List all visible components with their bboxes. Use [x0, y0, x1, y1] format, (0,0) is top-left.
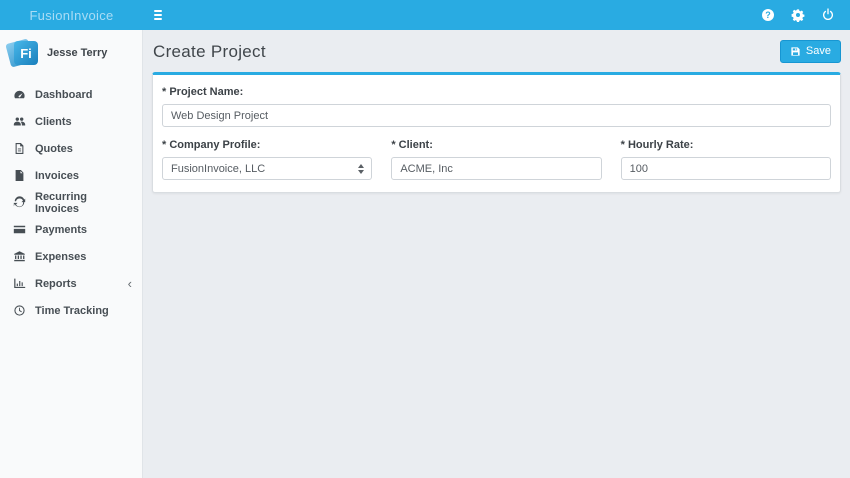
sidebar-item-clients[interactable]: Clients	[0, 108, 142, 135]
project-name-field-group: * Project Name:	[162, 86, 831, 127]
file-solid-icon	[13, 169, 26, 182]
clock-icon	[13, 304, 26, 317]
company-profile-selected-value: FusionInvoice, LLC	[171, 163, 265, 175]
sidebar-item-label: Expenses	[35, 251, 86, 263]
company-profile-select[interactable]: FusionInvoice, LLC	[162, 157, 372, 180]
client-input[interactable]	[391, 157, 601, 180]
gear-icon[interactable]	[791, 8, 805, 22]
main-content: Create Project Save * Project Name: * Co…	[143, 30, 850, 478]
sidebar-item-label: Invoices	[35, 170, 79, 182]
sidebar-item-label: Payments	[35, 224, 87, 236]
sidebar-item-label: Recurring Invoices	[35, 191, 132, 215]
sidebar-item-quotes[interactable]: Quotes	[0, 135, 142, 162]
sidebar-item-time-tracking[interactable]: Time Tracking	[0, 297, 142, 324]
floppy-disk-icon	[790, 46, 801, 57]
tachometer-icon	[13, 88, 26, 101]
create-project-form-panel: * Project Name: * Company Profile: Fusio…	[152, 72, 841, 193]
sync-icon	[13, 196, 26, 209]
bank-icon	[13, 250, 26, 263]
file-outline-icon	[13, 142, 26, 155]
sidebar-item-label: Quotes	[35, 143, 73, 155]
user-name: Jesse Terry	[47, 47, 107, 59]
content-header: Create Project Save	[143, 30, 850, 72]
sidebar-item-reports[interactable]: Reports ‹	[0, 270, 142, 297]
sidebar-item-label: Dashboard	[35, 89, 92, 101]
sidebar-item-recurring-invoices[interactable]: Recurring Invoices	[0, 189, 142, 216]
power-icon[interactable]	[821, 8, 835, 22]
sidebar-item-payments[interactable]: Payments	[0, 216, 142, 243]
sidebar-item-expenses[interactable]: Expenses	[0, 243, 142, 270]
form-row: * Company Profile: FusionInvoice, LLC * …	[162, 136, 831, 180]
brand-logo-text[interactable]: FusionInvoice	[0, 8, 143, 23]
project-name-input[interactable]	[162, 104, 831, 127]
credit-card-icon	[13, 223, 26, 236]
hourly-rate-field-group: * Hourly Rate:	[621, 136, 831, 180]
chart-bar-icon	[13, 277, 26, 290]
users-icon	[13, 115, 26, 128]
company-profile-field-group: * Company Profile: FusionInvoice, LLC	[162, 136, 372, 180]
hourly-rate-input[interactable]	[621, 157, 831, 180]
fusioninvoice-app: FusionInvoice ? Fi Jesse Terry	[0, 0, 850, 478]
topbar-actions: ?	[761, 8, 850, 22]
user-profile: Fi Jesse Terry	[0, 30, 142, 81]
client-field-group: * Client:	[391, 136, 601, 180]
sidebar: Fi Jesse Terry Dashboard Clients Quotes …	[0, 30, 143, 478]
sidebar-item-dashboard[interactable]: Dashboard	[0, 81, 142, 108]
fusioninvoice-logo-icon: Fi	[8, 38, 38, 68]
project-name-label: * Project Name:	[162, 86, 831, 98]
hourly-rate-label: * Hourly Rate:	[621, 139, 831, 151]
chevron-left-icon: ‹	[128, 277, 132, 290]
sidebar-item-label: Time Tracking	[35, 305, 109, 317]
sidebar-menu: Dashboard Clients Quotes Invoices Recurr…	[0, 81, 142, 324]
sidebar-item-label: Clients	[35, 116, 72, 128]
save-button[interactable]: Save	[780, 40, 841, 63]
company-profile-label: * Company Profile:	[162, 139, 372, 151]
sidebar-item-invoices[interactable]: Invoices	[0, 162, 142, 189]
select-arrows-icon	[358, 164, 364, 174]
client-label: * Client:	[391, 139, 601, 151]
sidebar-item-label: Reports	[35, 278, 77, 290]
hamburger-menu-icon[interactable]	[152, 6, 164, 24]
save-button-label: Save	[806, 45, 831, 57]
page-title: Create Project	[153, 42, 266, 62]
topbar: FusionInvoice ?	[0, 0, 850, 30]
help-icon[interactable]: ?	[761, 8, 775, 22]
